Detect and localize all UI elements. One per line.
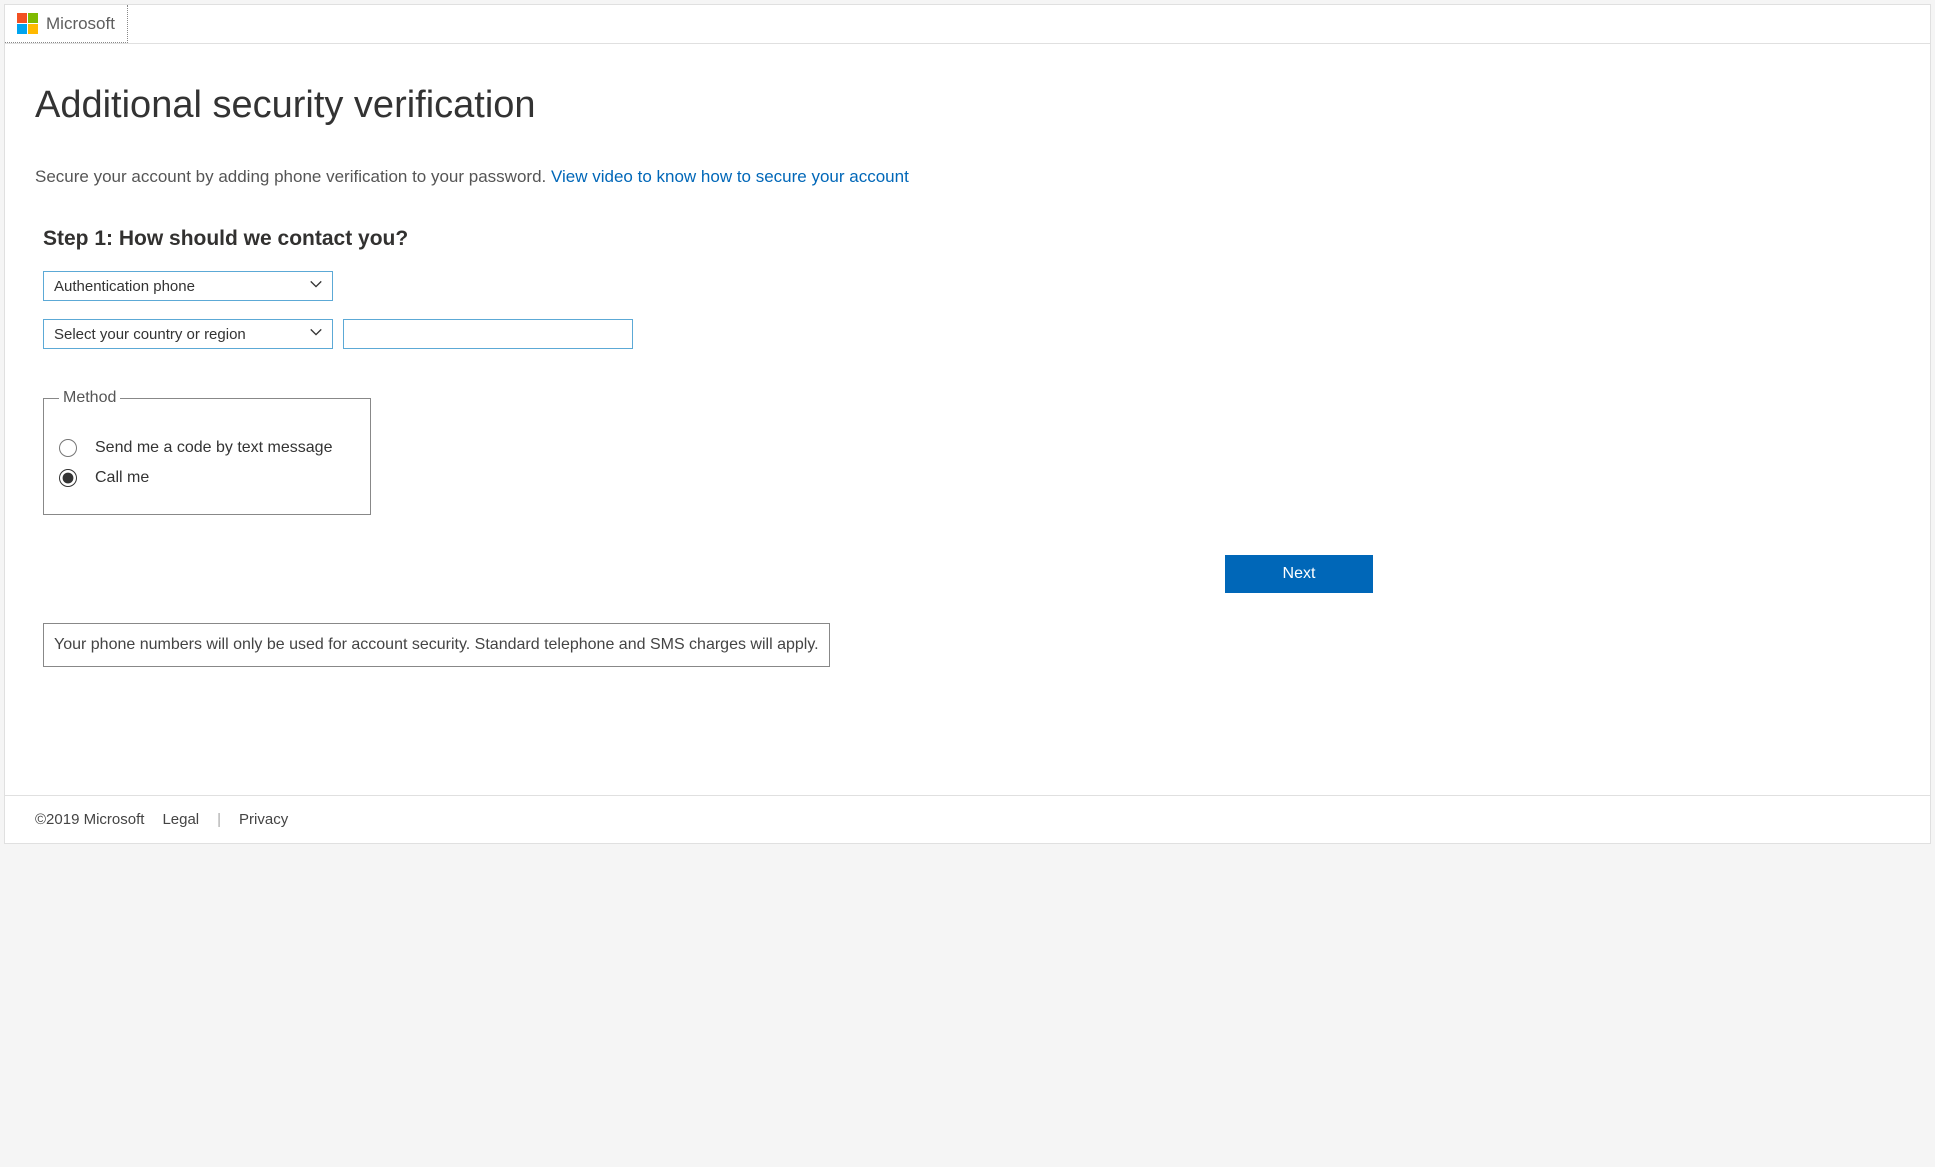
method-label-text[interactable]: Send me a code by text message bbox=[95, 439, 332, 457]
next-button[interactable]: Next bbox=[1225, 555, 1373, 593]
microsoft-logo-icon bbox=[17, 13, 38, 34]
country-selected-label: Select your country or region bbox=[54, 326, 246, 343]
step-title: Step 1: How should we contact you? bbox=[43, 227, 1375, 251]
method-option-text-row: Send me a code by text message bbox=[59, 439, 355, 457]
method-radio-call[interactable] bbox=[59, 469, 77, 487]
page-subtitle: Secure your account by adding phone veri… bbox=[35, 167, 1375, 187]
footer-separator: | bbox=[217, 811, 221, 828]
contact-method-select-wrapper: Authentication phone bbox=[43, 271, 333, 301]
contact-method-select[interactable]: Authentication phone bbox=[43, 271, 333, 301]
button-row: Next bbox=[43, 555, 1373, 593]
footer-privacy-link[interactable]: Privacy bbox=[239, 811, 288, 828]
brand-text: Microsoft bbox=[46, 14, 115, 34]
contact-method-selected-label: Authentication phone bbox=[54, 278, 195, 295]
footer-copyright: ©2019 Microsoft bbox=[35, 811, 144, 828]
header-logo-area: Microsoft bbox=[5, 5, 128, 43]
view-video-link[interactable]: View video to know how to secure your ac… bbox=[551, 167, 909, 186]
phone-number-input[interactable] bbox=[343, 319, 633, 349]
country-select[interactable]: Select your country or region bbox=[43, 319, 333, 349]
method-fieldset: Method Send me a code by text message Ca… bbox=[43, 389, 371, 515]
main-content: Additional security verification Secure … bbox=[5, 44, 1405, 687]
page-wrapper: Microsoft Additional security verificati… bbox=[4, 4, 1931, 844]
footer: ©2019 Microsoft Legal | Privacy bbox=[5, 795, 1930, 843]
method-label-call[interactable]: Call me bbox=[95, 469, 149, 487]
subtitle-text: Secure your account by adding phone veri… bbox=[35, 167, 551, 186]
step-section: Step 1: How should we contact you? Authe… bbox=[43, 227, 1375, 667]
page-title: Additional security verification bbox=[35, 84, 1375, 127]
method-option-call-row: Call me bbox=[59, 469, 355, 487]
country-select-wrapper: Select your country or region bbox=[43, 319, 333, 349]
footer-legal-link[interactable]: Legal bbox=[162, 811, 199, 828]
phone-row: Select your country or region bbox=[43, 319, 1375, 349]
method-legend: Method bbox=[59, 389, 120, 407]
notice-box: Your phone numbers will only be used for… bbox=[43, 623, 830, 667]
method-radio-text[interactable] bbox=[59, 439, 77, 457]
